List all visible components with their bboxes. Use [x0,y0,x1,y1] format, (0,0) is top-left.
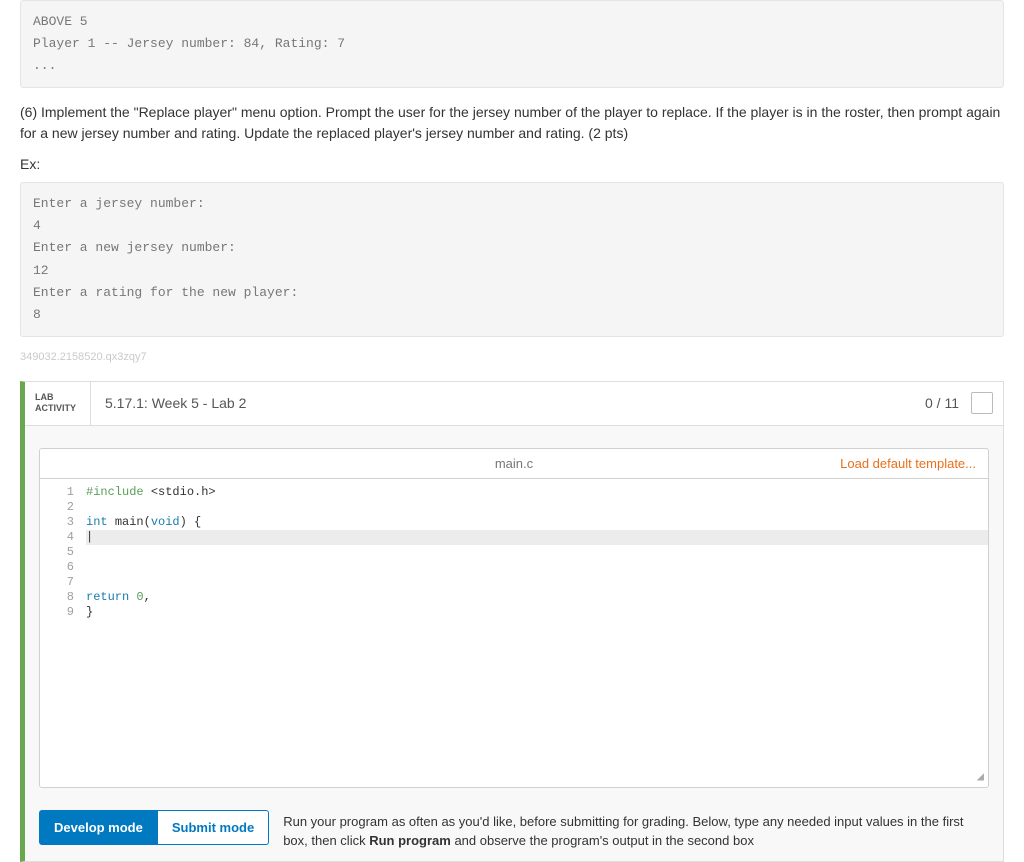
lab-header: LAB ACTIVITY 5.17.1: Week 5 - Lab 2 0 / … [25,382,1003,426]
code-editor[interactable]: 1 2 3 4 5 6 7 8 9 #include <stdio.h> int… [39,478,989,788]
punct-token: ( [144,515,151,529]
line-number: 3 [40,515,74,530]
code-line-9[interactable]: } [86,605,988,620]
line-number: 9 [40,605,74,620]
instruction-text: (6) Implement the "Replace player" menu … [20,102,1004,144]
include-target: <stdio.h> [151,485,216,499]
line-number: 5 [40,545,74,560]
mode-description: Run your program as often as you'd like,… [283,810,989,851]
keyword-token: return [86,590,136,604]
mode-desc-part2: and observe the program's output in the … [451,833,754,848]
lab-tag-line2: ACTIVITY [35,403,82,415]
line-number: 8 [40,590,74,605]
line-number: 1 [40,485,74,500]
code-line-8[interactable]: return 0, [86,590,988,605]
punct-token: , [144,590,151,604]
code-area[interactable]: #include <stdio.h> int main(void) { | re… [80,479,988,620]
ident-token: main [115,515,144,529]
load-default-template-link[interactable]: Load default template... [840,456,976,471]
example-io-box: Enter a jersey number: 4 Enter a new jer… [20,182,1004,337]
code-line-1[interactable]: #include <stdio.h> [86,485,988,500]
content-hash: 349032.2158520.qx3zqy7 [20,351,1004,363]
run-program-label: Run program [369,833,451,848]
resize-handle-icon[interactable]: ◢ [977,770,984,785]
code-line-4-cursor[interactable]: | [86,530,988,545]
line-number: 2 [40,500,74,515]
line-number: 7 [40,575,74,590]
develop-mode-button[interactable]: Develop mode [39,810,158,845]
lab-score: 0 / 11 [913,395,971,411]
mode-buttons: Develop mode Submit mode [39,810,269,845]
file-tab[interactable]: main.c [495,456,533,471]
collapse-toggle-icon[interactable] [971,392,993,414]
type-token: int [86,515,115,529]
punct-token: ) { [180,515,202,529]
code-line-5[interactable] [86,545,988,560]
lab-tag: LAB ACTIVITY [25,382,91,425]
line-number: 4 [40,530,74,545]
number-token: 0 [136,590,143,604]
lab-title: 5.17.1: Week 5 - Lab 2 [91,395,913,411]
preproc-token: #include [86,485,151,499]
code-line-2[interactable] [86,500,988,515]
submit-mode-button[interactable]: Submit mode [158,810,269,845]
lab-tag-line1: LAB [35,392,82,404]
prior-output-snippet: ABOVE 5 Player 1 -- Jersey number: 84, R… [20,0,1004,88]
example-label: Ex: [20,156,1004,172]
line-gutter: 1 2 3 4 5 6 7 8 9 [40,479,80,620]
lab-activity-panel: LAB ACTIVITY 5.17.1: Week 5 - Lab 2 0 / … [20,381,1004,862]
code-line-3[interactable]: int main(void) { [86,515,988,530]
code-line-6[interactable] [86,560,988,575]
editor-header: main.c Load default template... [39,448,989,478]
lab-body: main.c Load default template... 1 2 3 4 … [25,426,1003,861]
line-number: 6 [40,560,74,575]
mode-row: Develop mode Submit mode Run your progra… [39,810,989,851]
type-token: void [151,515,180,529]
code-line-7[interactable] [86,575,988,590]
